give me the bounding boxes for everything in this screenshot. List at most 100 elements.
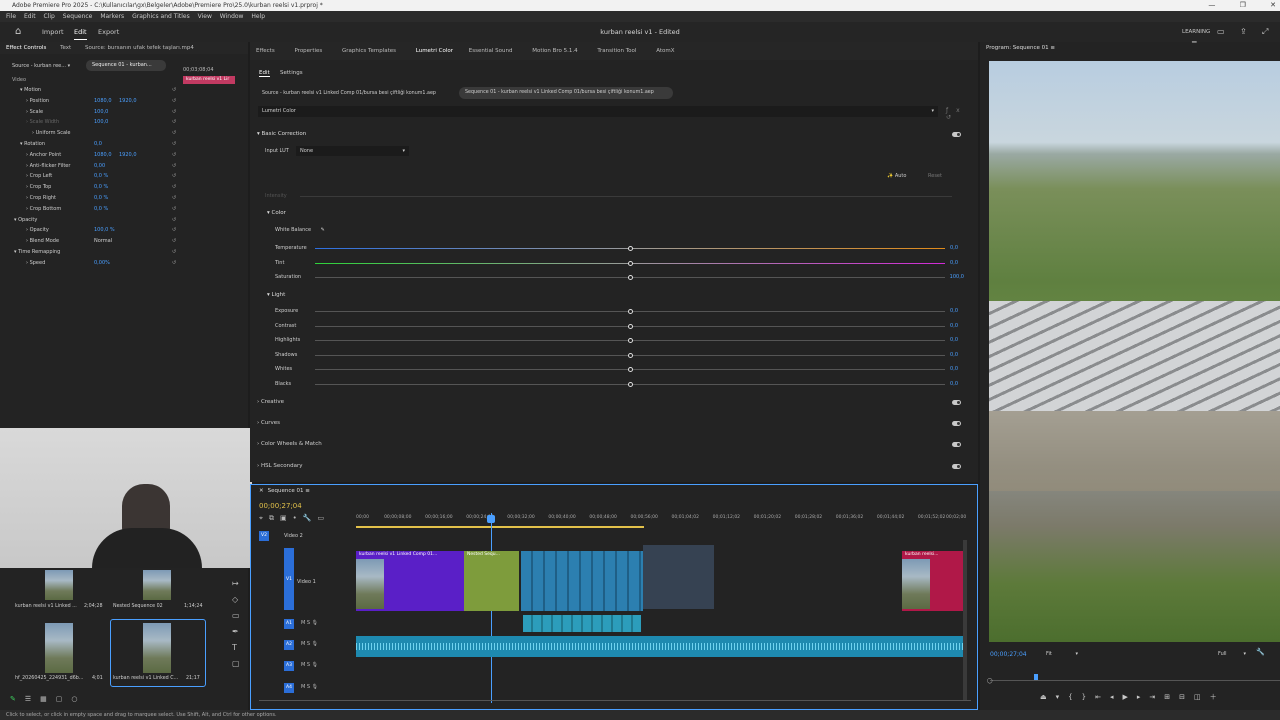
- program-title[interactable]: Program: Sequence 01 ≡: [986, 45, 1055, 51]
- menu-sequence[interactable]: Sequence: [63, 11, 93, 22]
- track-audio-target[interactable]: A1: [284, 619, 294, 629]
- vertical-scrollbar[interactable]: [963, 540, 967, 700]
- intensity-slider[interactable]: [300, 196, 952, 197]
- track-audio-controls[interactable]: M S 🎙: [301, 662, 318, 668]
- reset-icon[interactable]: ↺: [172, 204, 176, 215]
- color-row-slider[interactable]: [315, 277, 945, 278]
- light-row-slider[interactable]: [315, 354, 945, 356]
- subtab-edit[interactable]: Edit: [259, 70, 270, 77]
- light-row-knob[interactable]: [628, 309, 633, 314]
- fullscreen-icon[interactable]: ⤢: [1262, 22, 1268, 42]
- lumetri-section-header[interactable]: › HSL Secondary: [257, 463, 303, 469]
- close-button[interactable]: ✕: [1270, 1, 1276, 9]
- ec-row-value[interactable]: 100,0: [94, 117, 108, 128]
- program-timecode[interactable]: 00;00;27;04: [990, 651, 1027, 658]
- ec-row-value[interactable]: 100,0: [94, 107, 108, 118]
- reset-icon[interactable]: ↺: [172, 85, 176, 96]
- light-row-slider[interactable]: [315, 311, 945, 312]
- rectangle-icon[interactable]: ▢: [232, 656, 242, 672]
- timeline-scrollbar[interactable]: [259, 700, 971, 701]
- mark-out-icon[interactable]: }: [1082, 693, 1095, 701]
- scrubber-start-icon[interactable]: ◯: [987, 678, 993, 684]
- menu-markers[interactable]: Markers: [100, 11, 124, 22]
- fx-toggle-icon[interactable]: ƒx ↺: [946, 107, 978, 121]
- ec-row-value[interactable]: 0,0 %: [94, 204, 108, 215]
- ec-row[interactable]: › Opacity 100,0 % ↺: [0, 225, 185, 236]
- light-row-value[interactable]: 0,0: [950, 352, 958, 358]
- sequence-crumb[interactable]: Sequence 01 - kurban reelsi v1 Linked Co…: [459, 87, 673, 99]
- ec-row-value[interactable]: 100,0 %: [94, 225, 115, 236]
- step-forward-icon[interactable]: ▸: [1137, 693, 1150, 701]
- track-select-icon[interactable]: ↦: [232, 576, 242, 592]
- tab-export[interactable]: Export: [98, 22, 119, 42]
- lumetri-section-toggle[interactable]: [952, 463, 961, 471]
- reset-icon[interactable]: ↺: [172, 117, 176, 128]
- light-row-knob[interactable]: [628, 352, 633, 358]
- step-back-icon[interactable]: ◂: [1110, 693, 1123, 701]
- a2-audio-clip[interactable]: [356, 636, 964, 657]
- color-row-value[interactable]: 100,0: [950, 274, 964, 280]
- bin-thumb-4[interactable]: [143, 623, 171, 673]
- ec-row-value-2[interactable]: 1920,0: [119, 96, 137, 107]
- menu-file[interactable]: File: [6, 11, 16, 22]
- ec-row[interactable]: ▾ Time Remapping ↺: [0, 247, 185, 258]
- auto-button[interactable]: ✨ Auto: [887, 173, 906, 179]
- color-row-knob[interactable]: [628, 260, 633, 266]
- color-row-knob[interactable]: [628, 246, 633, 251]
- lumetri-effect-select[interactable]: Lumetri Color ▾: [258, 106, 938, 117]
- ec-clip-bar[interactable]: kurban reelsi v1 Lir: [183, 76, 235, 84]
- reset-icon[interactable]: ↺: [172, 107, 176, 118]
- light-row-knob[interactable]: [628, 367, 633, 372]
- light-row-value[interactable]: 0,0: [950, 323, 958, 329]
- ec-row[interactable]: › Scale 100,0 ↺: [0, 107, 185, 118]
- ec-row-value[interactable]: 0,0 %: [94, 193, 108, 204]
- type-tool-icon[interactable]: T: [232, 640, 242, 656]
- v1-clip-selection-area[interactable]: [643, 545, 714, 609]
- ec-row[interactable]: › Speed 0,00% ↺: [0, 258, 185, 269]
- ec-row[interactable]: › Position 1080,0 1920,0 ↺: [0, 96, 185, 107]
- color-row-value[interactable]: 0,0: [950, 245, 958, 251]
- bin-thumb-2[interactable]: [143, 570, 171, 600]
- toggle-switch[interactable]: [952, 463, 961, 469]
- pencil-icon[interactable]: ✎: [10, 695, 25, 703]
- color-section-header[interactable]: ▾ Color: [267, 210, 286, 216]
- marker-icon[interactable]: ▾: [1056, 693, 1069, 701]
- fit-select[interactable]: Fit ▾: [1044, 649, 1080, 659]
- program-video-frame[interactable]: [989, 61, 1280, 642]
- lumetri-section-header[interactable]: › Curves: [257, 420, 280, 426]
- lift-icon[interactable]: ⏏: [1040, 693, 1056, 701]
- lumetri-section-toggle[interactable]: [952, 442, 961, 449]
- track-audio-target[interactable]: A3: [284, 661, 294, 672]
- basic-correction-toggle[interactable]: [952, 132, 961, 139]
- light-section-header[interactable]: ▾ Light: [267, 292, 285, 298]
- bin-thumb-3[interactable]: [45, 623, 73, 673]
- reset-icon[interactable]: ↺: [172, 258, 176, 269]
- mark-in-icon[interactable]: {: [1068, 693, 1081, 701]
- source-clip-selector[interactable]: Source - kurban ree... ▾: [12, 63, 70, 69]
- insert-icon[interactable]: ⊞: [1164, 693, 1179, 701]
- list-view-icon[interactable]: ☰: [25, 695, 40, 703]
- go-to-out-icon[interactable]: ⇥: [1149, 693, 1164, 701]
- slip-icon[interactable]: ▭: [232, 608, 242, 624]
- ec-row[interactable]: ▾ Opacity ↺: [0, 215, 185, 226]
- light-row-knob[interactable]: [628, 323, 633, 329]
- tab-essential-sound[interactable]: Essential Sound: [463, 42, 519, 60]
- ec-row-value[interactable]: 0,0 %: [94, 171, 108, 182]
- tab-motion-bro[interactable]: Motion Bro 5.1.4: [526, 42, 583, 60]
- playhead-handle[interactable]: [487, 515, 495, 523]
- light-row-value[interactable]: 0,0: [950, 337, 958, 343]
- light-row-value[interactable]: 0,0: [950, 366, 958, 372]
- learning-button[interactable]: LEARNING: [1182, 22, 1210, 42]
- tab-source[interactable]: Source: bursanın ufak tefek taşları.mp4: [79, 42, 200, 54]
- light-row-slider[interactable]: [315, 383, 945, 385]
- pen-icon[interactable]: ✒: [232, 624, 242, 640]
- reset-icon[interactable]: ↺: [172, 150, 176, 161]
- ec-row-value[interactable]: Normal: [94, 236, 112, 247]
- menu-graphics[interactable]: Graphics and Titles: [132, 11, 190, 22]
- workspace-icon[interactable]: ▭: [1217, 22, 1225, 42]
- light-row-value[interactable]: 0,0: [950, 308, 958, 314]
- track-audio-target[interactable]: A2: [284, 640, 294, 651]
- ec-row-value-2[interactable]: 1920,0: [119, 150, 137, 161]
- menu-help[interactable]: Help: [251, 11, 265, 22]
- reset-icon[interactable]: ↺: [172, 247, 176, 258]
